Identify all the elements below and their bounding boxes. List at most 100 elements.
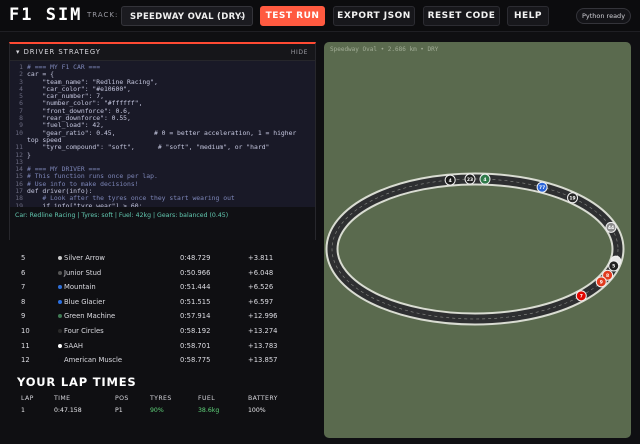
gap: +13.857: [248, 356, 278, 365]
team-color-dot: [58, 358, 62, 363]
car-marker[interactable]: 7: [575, 290, 587, 302]
track-map: 4 23 4 77 19 44 589 7: [325, 172, 625, 326]
strategy-title: ▾ DRIVER STRATEGY: [16, 48, 101, 56]
code-text: "tyre_compound": "soft", # "soft", "medi…: [27, 143, 270, 152]
code-text: }: [27, 150, 31, 159]
car-marker[interactable]: 9: [595, 276, 607, 288]
gap: +6.048: [248, 268, 274, 277]
car-number: 8: [606, 273, 609, 279]
team-color-dot: [58, 343, 62, 348]
track-select[interactable]: SPEEDWAY OVAL (DRY) ⌄: [121, 6, 253, 26]
team-color-dot: [58, 256, 62, 260]
driver-name: SAAH: [64, 341, 84, 350]
driver-strategy-panel: ▾ DRIVER STRATEGY HIDE 1 # === MY F1 CAR …: [9, 42, 316, 240]
position: 12: [21, 356, 30, 365]
team-color-dot: [58, 285, 62, 290]
leaderboard-row: 9 Green Machine 0:57.914 +12.996: [9, 309, 316, 323]
driver-name: Mountain: [64, 283, 96, 292]
track-view[interactable]: Speedway Oval • 2.686 km • DRY 4 23 4 77 19 4…: [324, 42, 631, 438]
car-number: 23: [467, 177, 473, 183]
team-color-dot: [58, 314, 62, 319]
lap-times-title: YOUR LAP TIMES: [17, 375, 137, 389]
code-line: 11 "tyre_compound": "soft", # "soft", "m…: [10, 143, 315, 152]
car-number: 9: [600, 280, 603, 286]
car-number: 4: [449, 178, 452, 184]
chevron-down-icon: ⌄: [238, 11, 246, 21]
car-number: 44: [608, 225, 614, 231]
car-marker[interactable]: 4: [479, 173, 491, 185]
lap-time: 0:51.515: [180, 297, 211, 306]
leaderboard: 5 Silver Arrow 0:48.729 +3.811 6 Junior Stud 0…: [9, 248, 316, 368]
code-line: 12}: [10, 150, 315, 159]
col-lap: LAP: [21, 395, 34, 402]
test-run-button[interactable]: TEST RUN: [260, 6, 325, 26]
gap: +13.274: [248, 327, 278, 335]
leaderboard-row: 10 Four Circles 0:58.192 +13.274: [9, 324, 316, 338]
driver-name: Four Circles: [64, 327, 104, 335]
leaderboard-row: 8 Blue Glacier 0:51.515 +6.597: [9, 295, 316, 309]
leaderboard-row: 5 Silver Arrow 0:48.729 +3.811: [9, 251, 316, 265]
lap-time: 0:51.444: [180, 283, 211, 292]
car-summary-status: Car: Redline Racing | Tyres: soft | Fuel…: [10, 207, 315, 240]
car-marker[interactable]: 5: [608, 260, 620, 272]
driver-name: American Muscle: [64, 356, 123, 365]
team-color-dot: [58, 270, 62, 275]
team-color-dot: [58, 299, 62, 304]
car-marker[interactable]: 4: [444, 174, 456, 186]
lap-number: 1: [21, 407, 25, 414]
export-json-button[interactable]: EXPORT JSON: [333, 6, 415, 26]
col-time: TIME: [54, 395, 71, 402]
track-select-value: SPEEDWAY OVAL (DRY): [130, 12, 246, 22]
position: 11: [21, 341, 30, 350]
lap-fuel: 38.6kg: [198, 407, 220, 414]
lap-time: 0:58.701: [180, 341, 211, 350]
hide-strategy-button[interactable]: HIDE: [291, 49, 308, 56]
col-tyres: TYRES: [150, 395, 172, 402]
lap-tyres: 90%: [150, 407, 164, 414]
code-text: "gear_ratio": 0.45, # 0 = better acceler…: [27, 128, 297, 137]
track-label: TRACK:: [87, 11, 119, 19]
help-button[interactable]: HELP: [507, 6, 549, 26]
code-line: 1 # === MY F1 CAR ===: [10, 63, 315, 71]
col-pos: POS: [115, 395, 129, 402]
car-marker[interactable]: 19: [567, 192, 579, 204]
lap-battery: 100%: [248, 407, 266, 414]
strategy-header[interactable]: ▾ DRIVER STRATEGY HIDE: [10, 44, 315, 61]
position: 10: [21, 327, 30, 335]
code-editor[interactable]: 1 # === MY F1 CAR === 2 car = {3 "team_name…: [10, 61, 315, 207]
car-number: 5: [612, 264, 615, 270]
leaderboard-row: 11 SAAH 0:58.701 +13.783: [9, 339, 316, 353]
position: 7: [21, 283, 26, 292]
driver-name: Silver Arrow: [64, 254, 105, 262]
driver-name: Blue Glacier: [64, 297, 106, 306]
position: 8: [21, 297, 26, 306]
car-marker[interactable]: 44: [605, 221, 617, 233]
gap: +12.996: [248, 312, 278, 321]
position: 9: [21, 312, 26, 321]
car-number: 7: [580, 294, 583, 300]
car-number: 19: [569, 196, 575, 202]
position: 6: [21, 268, 26, 277]
python-status-badge: Python ready: [576, 8, 631, 24]
car-marker[interactable]: 77: [536, 181, 548, 193]
gap: +13.783: [248, 341, 278, 350]
gap: +6.526: [248, 283, 274, 292]
app-logo: F1 SIM: [9, 5, 83, 25]
top-bar: F1 SIM TRACK: SPEEDWAY OVAL (DRY) ⌄ TEST…: [0, 0, 640, 32]
lap-time: 0:57.914: [180, 312, 211, 321]
car-marker[interactable]: 23: [464, 173, 476, 185]
lap-time: 0:50.966: [180, 268, 211, 277]
lap-time: 0:58.775: [180, 356, 211, 365]
col-fuel: FUEL: [198, 395, 216, 402]
leaderboard-row: 12 American Muscle 0:58.775 +13.857: [9, 353, 316, 367]
driver-name: Green Machine: [64, 312, 116, 321]
leaderboard-row: 7 Mountain 0:51.444 +6.526: [9, 280, 316, 294]
lap-time: 0:58.192: [180, 327, 211, 335]
lap-time: 0:47.158: [54, 407, 82, 414]
position: 5: [21, 254, 26, 262]
reset-code-button[interactable]: RESET CODE: [423, 6, 500, 26]
col-battery: BATTERY: [248, 395, 278, 402]
car-number: 77: [539, 185, 545, 191]
lap-pos: P1: [115, 407, 123, 414]
gap: +6.597: [248, 297, 274, 306]
